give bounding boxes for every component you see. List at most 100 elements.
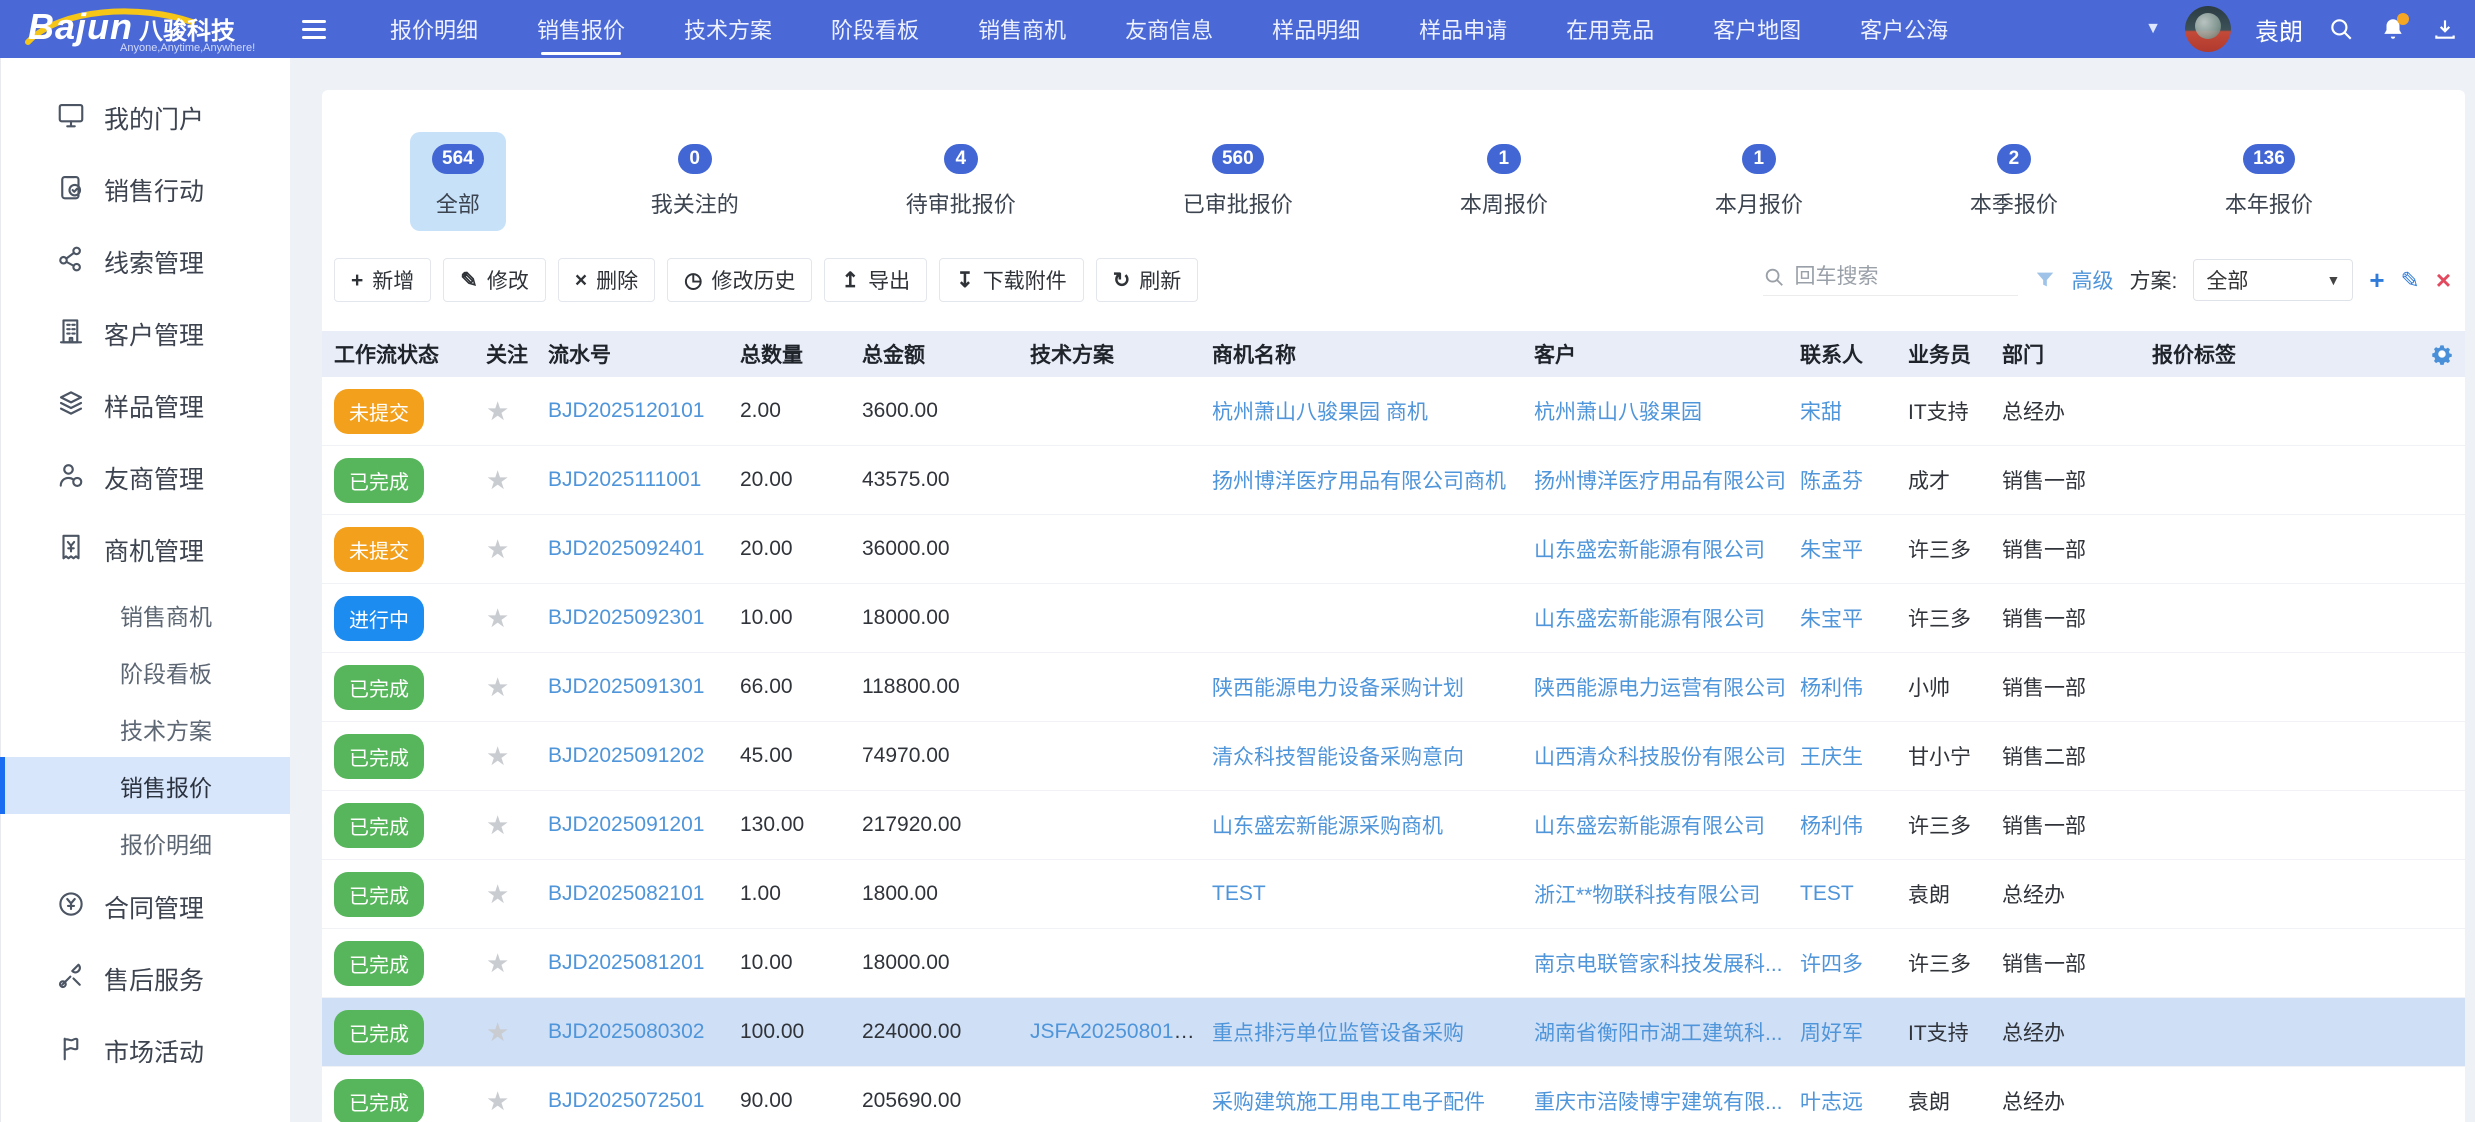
table-row[interactable]: 已完成 ★ BJD2025091201 130.00 217920.00 山东盛… bbox=[322, 791, 2465, 860]
star-icon[interactable]: ★ bbox=[486, 603, 509, 633]
add-scheme-button[interactable]: + bbox=[2369, 267, 2384, 293]
star-icon[interactable]: ★ bbox=[486, 465, 509, 495]
customer-link[interactable]: 扬州博洋医疗用品有限公司 bbox=[1534, 470, 1786, 493]
sidebar-subitem[interactable]: 销售报价 bbox=[0, 757, 290, 814]
toolbar-button[interactable]: ↥导出 bbox=[824, 258, 927, 302]
contact-link[interactable]: 杨利伟 bbox=[1800, 815, 1863, 838]
menu-overflow-caret-icon[interactable]: ▼ bbox=[2145, 20, 2161, 38]
contact-link[interactable]: 周好军 bbox=[1800, 1022, 1863, 1045]
serial-number-link[interactable]: BJD2025111001 bbox=[548, 468, 701, 491]
topmenu-item[interactable]: 客户地图 bbox=[1713, 0, 1801, 58]
table-row[interactable]: 已完成 ★ BJD2025072501 90.00 205690.00 采购建筑… bbox=[322, 1067, 2465, 1122]
table-row[interactable]: 已完成 ★ BJD2025080302 100.00 224000.00 JSF… bbox=[322, 998, 2465, 1067]
opportunity-link[interactable]: 扬州博洋医疗用品有限公司商机 bbox=[1212, 470, 1506, 493]
serial-number-link[interactable]: BJD2025082101 bbox=[548, 882, 704, 905]
serial-number-link[interactable]: BJD2025091301 bbox=[548, 675, 704, 698]
sidebar-subitem[interactable]: 阶段看板 bbox=[0, 643, 290, 700]
delete-scheme-button[interactable]: × bbox=[2436, 267, 2451, 293]
sidebar-subitem[interactable]: 销售商机 bbox=[0, 586, 290, 643]
sidebar-item[interactable]: 市场活动 bbox=[0, 1015, 290, 1087]
topmenu-item[interactable]: 样品申请 bbox=[1419, 0, 1507, 58]
contact-link[interactable]: 许四多 bbox=[1800, 953, 1863, 976]
star-icon[interactable]: ★ bbox=[486, 1017, 509, 1047]
customer-link[interactable]: 重庆市涪陵博宇建筑有限... bbox=[1534, 1091, 1783, 1114]
table-row[interactable]: 已完成 ★ BJD2025091202 45.00 74970.00 清众科技智… bbox=[322, 722, 2465, 791]
opportunity-link[interactable]: 重点排污单位监管设备采购 bbox=[1212, 1022, 1464, 1045]
star-icon[interactable]: ★ bbox=[486, 672, 509, 702]
toolbar-button[interactable]: ◷修改历史 bbox=[667, 258, 812, 302]
sidebar-item[interactable]: 样品管理 bbox=[0, 370, 290, 442]
serial-number-link[interactable]: BJD2025092401 bbox=[548, 537, 704, 560]
opportunity-link[interactable]: 杭州萧山八骏果园 商机 bbox=[1212, 401, 1428, 424]
notification-bell-icon[interactable] bbox=[2379, 15, 2407, 43]
star-icon[interactable]: ★ bbox=[486, 810, 509, 840]
star-icon[interactable]: ★ bbox=[486, 741, 509, 771]
customer-link[interactable]: 山东盛宏新能源有限公司 bbox=[1534, 815, 1765, 838]
star-icon[interactable]: ★ bbox=[486, 1086, 509, 1116]
star-icon[interactable]: ★ bbox=[486, 879, 509, 909]
customer-link[interactable]: 杭州萧山八骏果园 bbox=[1534, 401, 1702, 424]
serial-number-link[interactable]: BJD2025091202 bbox=[548, 744, 704, 767]
star-icon[interactable]: ★ bbox=[486, 534, 509, 564]
stat-tab[interactable]: 1本周报价 bbox=[1438, 132, 1570, 231]
contact-link[interactable]: 朱宝平 bbox=[1800, 539, 1863, 562]
customer-link[interactable]: 山东盛宏新能源有限公司 bbox=[1534, 539, 1765, 562]
sidebar-item[interactable]: 商机管理 bbox=[0, 514, 290, 586]
stat-tab[interactable]: 2本季报价 bbox=[1948, 132, 2080, 231]
topmenu-item[interactable]: 客户公海 bbox=[1860, 0, 1948, 58]
customer-link[interactable]: 山东盛宏新能源有限公司 bbox=[1534, 608, 1765, 631]
username[interactable]: 袁朗 bbox=[2255, 12, 2303, 47]
search-icon[interactable] bbox=[2327, 15, 2355, 43]
advanced-search-link[interactable]: 高级 bbox=[2072, 265, 2114, 295]
topmenu-item[interactable]: 在用竞品 bbox=[1566, 0, 1654, 58]
tech-plan-link[interactable]: JSFA20250801006 bbox=[1030, 1020, 1200, 1043]
serial-number-link[interactable]: BJD2025092301 bbox=[548, 606, 704, 629]
toolbar-button[interactable]: ↧下载附件 bbox=[939, 258, 1084, 302]
column-settings-gear-icon[interactable] bbox=[2429, 341, 2455, 367]
contact-link[interactable]: 朱宝平 bbox=[1800, 608, 1863, 631]
user-avatar[interactable] bbox=[2185, 6, 2231, 52]
customer-link[interactable]: 浙江**物联科技有限公司 bbox=[1534, 884, 1760, 907]
serial-number-link[interactable]: BJD2025080302 bbox=[548, 1020, 704, 1043]
stat-tab[interactable]: 1本月报价 bbox=[1693, 132, 1825, 231]
toolbar-button[interactable]: ×删除 bbox=[558, 258, 655, 302]
search-input[interactable] bbox=[1795, 265, 1995, 289]
toolbar-button[interactable]: +新增 bbox=[334, 258, 431, 302]
sidebar-item[interactable]: 销售行动 bbox=[0, 154, 290, 226]
opportunity-link[interactable]: 清众科技智能设备采购意向 bbox=[1212, 746, 1464, 769]
customer-link[interactable]: 湖南省衡阳市湖工建筑科... bbox=[1534, 1022, 1783, 1045]
sidebar-subitem[interactable]: 技术方案 bbox=[0, 700, 290, 757]
toolbar-button[interactable]: ↻刷新 bbox=[1096, 258, 1199, 302]
contact-link[interactable]: 宋甜 bbox=[1800, 401, 1842, 424]
stat-tab[interactable]: 4待审批报价 bbox=[884, 132, 1038, 231]
filter-funnel-icon[interactable] bbox=[2034, 269, 2056, 291]
serial-number-link[interactable]: BJD2025081201 bbox=[548, 951, 704, 974]
table-row[interactable]: 已完成 ★ BJD2025111001 20.00 43575.00 扬州博洋医… bbox=[322, 446, 2465, 515]
opportunity-link[interactable]: 陕西能源电力设备采购计划 bbox=[1212, 677, 1464, 700]
table-row[interactable]: 已完成 ★ BJD2025082101 1.00 1800.00 TEST 浙江… bbox=[322, 860, 2465, 929]
contact-link[interactable]: 王庆生 bbox=[1800, 746, 1863, 769]
table-row[interactable]: 已完成 ★ BJD2025091301 66.00 118800.00 陕西能源… bbox=[322, 653, 2465, 722]
topmenu-item[interactable]: 销售商机 bbox=[978, 0, 1066, 58]
contact-link[interactable]: TEST bbox=[1800, 882, 1854, 905]
customer-link[interactable]: 陕西能源电力运营有限公司 bbox=[1534, 677, 1786, 700]
serial-number-link[interactable]: BJD2025120101 bbox=[548, 399, 704, 422]
topmenu-item[interactable]: 友商信息 bbox=[1125, 0, 1213, 58]
table-row[interactable]: 进行中 ★ BJD2025092301 10.00 18000.00 山东盛宏新… bbox=[322, 584, 2465, 653]
opportunity-link[interactable]: 采购建筑施工用电工电子配件 bbox=[1212, 1091, 1485, 1114]
customer-link[interactable]: 山西清众科技股份有限公司 bbox=[1534, 746, 1786, 769]
contact-link[interactable]: 叶志远 bbox=[1800, 1091, 1863, 1114]
sidebar-item[interactable]: 合同管理 bbox=[0, 871, 290, 943]
table-row[interactable]: 未提交 ★ BJD2025120101 2.00 3600.00 杭州萧山八骏果… bbox=[322, 377, 2465, 446]
sidebar-item[interactable]: 客户管理 bbox=[0, 298, 290, 370]
sidebar-subitem[interactable]: 报价明细 bbox=[0, 814, 290, 871]
sidebar-item[interactable]: 售后服务 bbox=[0, 943, 290, 1015]
topmenu-item[interactable]: 销售报价 bbox=[537, 0, 625, 58]
contact-link[interactable]: 陈孟芬 bbox=[1800, 470, 1863, 493]
topmenu-item[interactable]: 报价明细 bbox=[390, 0, 478, 58]
stat-tab[interactable]: 564全部 bbox=[410, 132, 506, 231]
table-row[interactable]: 已完成 ★ BJD2025081201 10.00 18000.00 南京电联管… bbox=[322, 929, 2465, 998]
edit-scheme-button[interactable]: ✎ bbox=[2401, 269, 2420, 292]
star-icon[interactable]: ★ bbox=[486, 948, 509, 978]
customer-link[interactable]: 南京电联管家科技发展科... bbox=[1534, 953, 1783, 976]
